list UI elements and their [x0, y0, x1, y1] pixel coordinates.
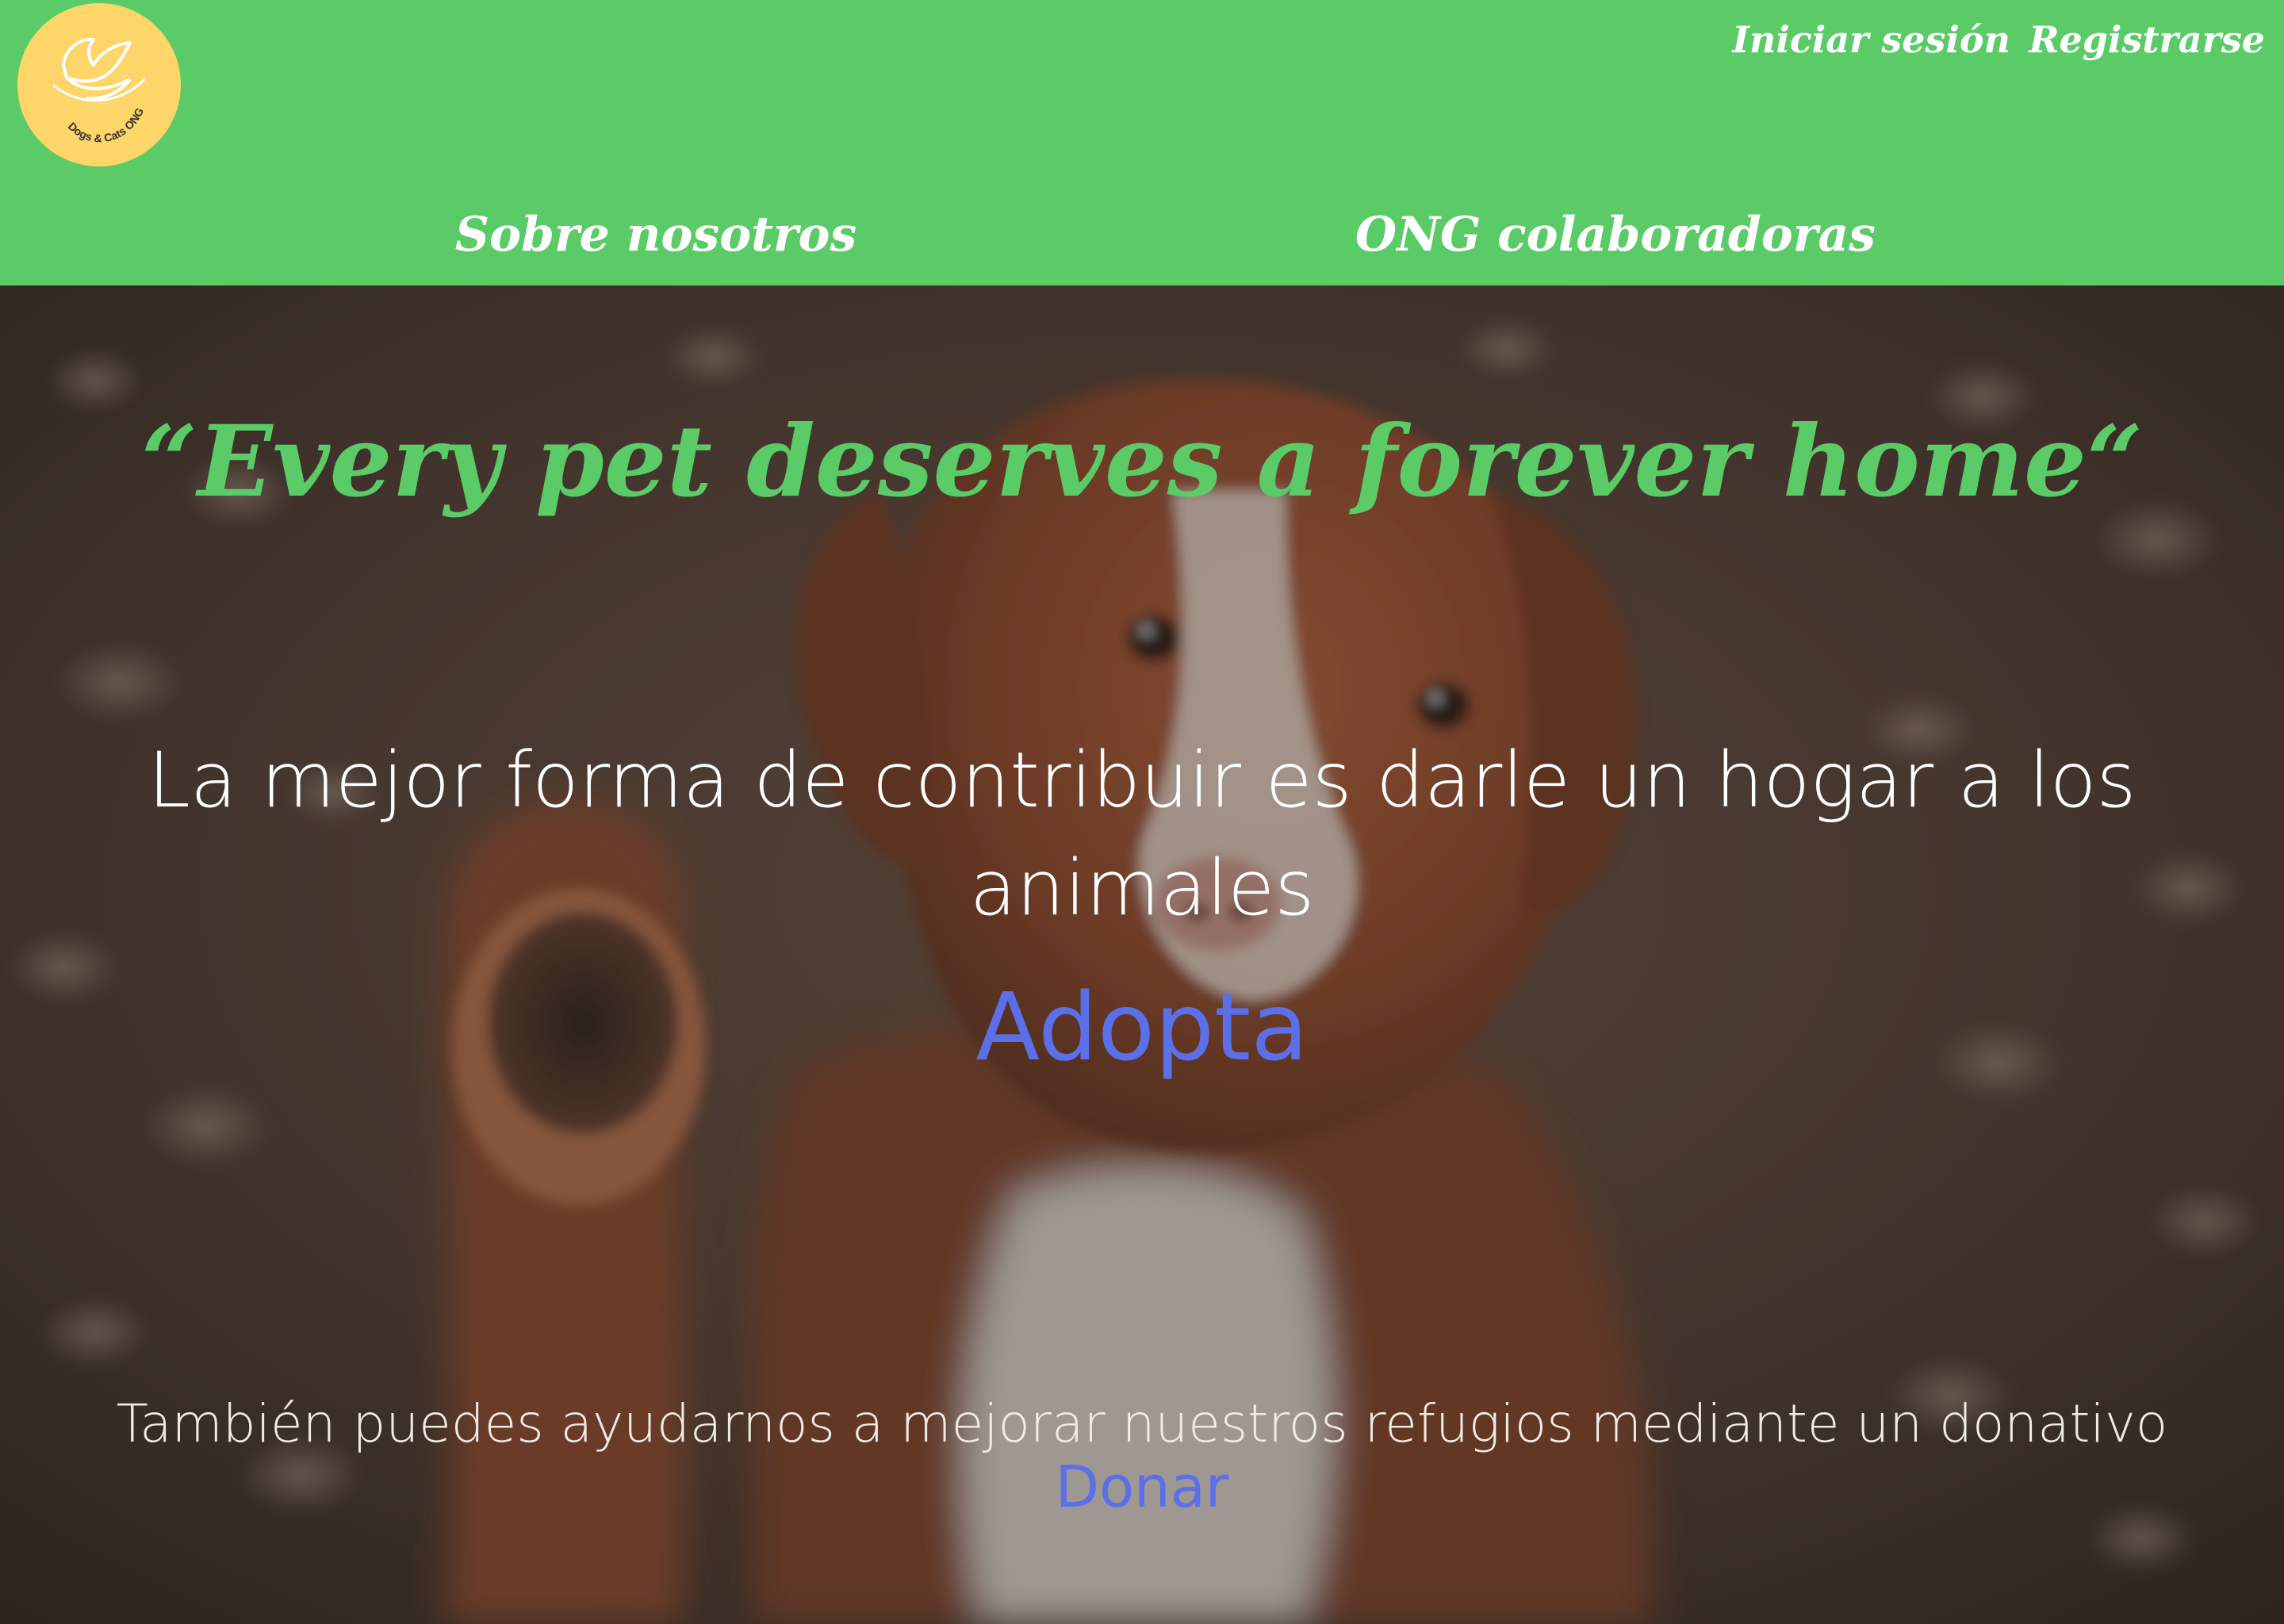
nav-item-partners[interactable]: ONG colaboradoras [1355, 203, 1876, 266]
site-header: Dogs & Cats ONG Iniciar sesión Registrar… [0, 0, 2284, 285]
hero-tagline: “Every pet deserves a forever home“ [0, 399, 2284, 526]
hero-section: “Every pet deserves a forever home“ La m… [0, 285, 2284, 1624]
hero-tagline-text: “Every pet deserves a forever home“ [140, 404, 2144, 520]
hero-headline: La mejor forma de contribuir es darle un… [148, 736, 2136, 933]
adopt-link-wrap: Adopta [0, 967, 2284, 1086]
register-link[interactable]: Registrarse [2029, 11, 2265, 68]
nav-item-about[interactable]: Sobre nosotros [455, 203, 857, 266]
dove-icon: Dogs & Cats ONG [17, 3, 181, 167]
adopt-link[interactable]: Adopta [975, 967, 1308, 1086]
donate-link[interactable]: Donar [1056, 1447, 1229, 1526]
logo[interactable]: Dogs & Cats ONG [17, 3, 181, 167]
donate-link-wrap: Donar [0, 1447, 2284, 1526]
login-link[interactable]: Iniciar sesión [1732, 11, 2010, 68]
